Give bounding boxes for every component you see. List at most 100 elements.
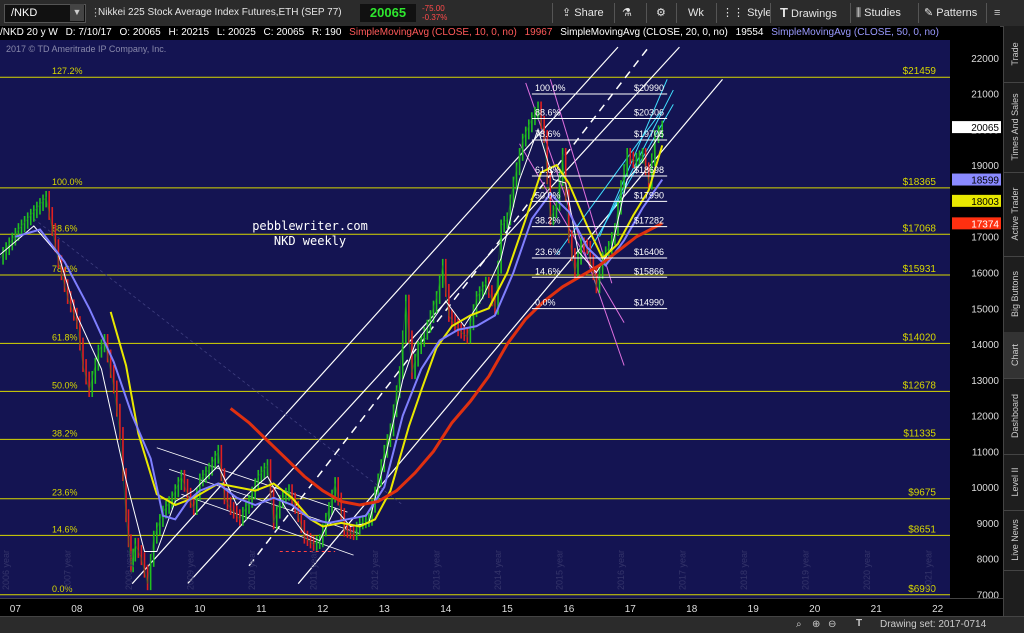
gear-icon[interactable]: ⚙: [656, 0, 666, 26]
fib-level-value: $11335: [903, 428, 936, 439]
price-tick-label: 19000: [971, 161, 999, 172]
year-label: 2008 year: [124, 550, 134, 590]
sma10-value: 19967: [524, 27, 553, 38]
window-menu-icon[interactable]: ≡: [994, 0, 1000, 26]
price-axis: 7000 8000 9000 10000 11000 12000 13000 14000 150…: [950, 40, 1003, 598]
fib-level-value: $14020: [903, 332, 937, 343]
sidebar-tab-active-trader[interactable]: Active Trader: [1004, 172, 1024, 257]
sidebar-tab-label: Big Buttons: [1009, 270, 1020, 318]
recent-fib-value: $18698: [634, 165, 664, 175]
chart-style-icon: ⋮⋮: [722, 7, 744, 19]
annotation-site: pebblewriter.com: [252, 219, 368, 233]
bar-low: L: 20025: [216, 27, 256, 38]
year-label: 2015 year: [555, 550, 565, 590]
recent-fib-pct: 23.6%: [535, 247, 561, 257]
price-chart[interactable]: 127.2% $21459 100.0% $18365 88.6% $17068 78.6%…: [0, 40, 1003, 598]
sidebar-tab-dashboard[interactable]: Dashboard: [1004, 378, 1024, 455]
recent-fib-value: $20306: [634, 107, 664, 117]
share-button[interactable]: ⇪ Share: [562, 0, 604, 26]
annotation-subtitle: NKD weekly: [274, 234, 346, 248]
recent-fib-pct: 38.2%: [535, 216, 561, 226]
year-label: 2013 year: [432, 550, 442, 590]
patterns-button[interactable]: ✎ Patterns: [924, 0, 977, 26]
drawings-button[interactable]: T Drawings: [780, 0, 837, 26]
symbol-dropdown-icon[interactable]: ▼: [70, 4, 84, 21]
sma20-label: SimpleMovingAvg (CLOSE, 20, 0, no): [560, 27, 728, 38]
timeframe-button[interactable]: Wk: [688, 0, 704, 26]
symbol-value: /NKD: [11, 7, 38, 19]
sma10-label: SimpleMovingAvg (CLOSE, 10, 0, no): [349, 27, 517, 38]
year-label: 2016 year: [616, 550, 626, 590]
time-tick-label: 19: [748, 604, 760, 615]
sidebar-tab-label: Active Trader: [1009, 187, 1020, 241]
text-tool-icon: T: [780, 5, 788, 20]
recent-fib-pct: 100.0%: [535, 83, 566, 93]
symbol-description: Nikkei 225 Stock Average Index Futures,E…: [98, 7, 342, 18]
sidebar-tab-trade[interactable]: Trade: [1004, 26, 1024, 83]
price-tick-label: 17000: [971, 233, 999, 244]
recent-fib-pct: 78.6%: [535, 129, 561, 139]
price-tick-label: 11000: [972, 447, 1000, 458]
time-tick-label: 07: [10, 604, 22, 615]
time-tick-label: 20: [809, 604, 821, 615]
price-tag: 18003: [971, 197, 999, 208]
bar-close: C: 20065: [263, 27, 305, 38]
sidebar-tab-times-and-sales[interactable]: Times And Sales: [1004, 82, 1024, 173]
year-label: 2010 year: [247, 550, 257, 590]
bar-high: H: 20215: [168, 27, 210, 38]
price-tick-label: 7000: [977, 590, 1000, 598]
bar-open: O: 20065: [119, 27, 161, 38]
recent-fib-value: $14990: [634, 298, 664, 308]
fib-level-value: $18365: [903, 177, 937, 188]
sma20-value: 19554: [735, 27, 764, 38]
year-label: 2018 year: [739, 550, 749, 590]
year-label: 2019 year: [801, 550, 811, 590]
zoom-icon[interactable]: ⌕: [796, 619, 802, 630]
time-tick-label: 17: [625, 604, 637, 615]
fib-level-pct: 14.6%: [52, 524, 78, 534]
price-tick-label: 13000: [971, 376, 999, 387]
time-tick-label: 15: [502, 604, 514, 615]
fib-level-pct: 100.0%: [52, 177, 83, 187]
recent-fib-value: $15866: [634, 266, 664, 276]
flask-icon[interactable]: ⚗: [622, 0, 632, 26]
year-label: 2014 year: [493, 550, 503, 590]
studies-button[interactable]: ⫼ Studies: [856, 0, 901, 26]
sidebar-tab-level-ii[interactable]: Level II: [1004, 454, 1024, 511]
zoom-in-icon[interactable]: ⊕: [812, 619, 820, 630]
sma50-label: SimpleMovingAvg (CLOSE, 50, 0, no): [771, 27, 939, 38]
price-change: -75.00: [422, 4, 445, 13]
year-label: 2012 year: [370, 550, 380, 590]
recent-fib-value: $17990: [634, 190, 664, 200]
year-label: 2017 year: [678, 550, 688, 590]
zoom-out-icon[interactable]: ⊖: [828, 619, 836, 630]
chart-toolbar: /NKD ▼ ⋮ Nikkei 225 Stock Average Index …: [0, 0, 1024, 27]
fib-level-value: $17068: [903, 223, 937, 234]
last-price: 20065: [360, 4, 416, 22]
price-change-percent: -0.37%: [422, 13, 448, 22]
sidebar-tab-big-buttons[interactable]: Big Buttons: [1004, 256, 1024, 333]
bar-date: D: 7/10/17: [65, 27, 112, 38]
fib-level-pct: 23.6%: [52, 488, 78, 498]
text-tool-icon[interactable]: T: [856, 618, 862, 629]
price-tick-label: 14000: [971, 340, 999, 351]
chart-info-bar: /NKD 20 y W D: 7/10/17 O: 20065 H: 20215…: [0, 26, 1000, 40]
year-label: 2011 year: [309, 551, 319, 590]
time-tick-label: 13: [379, 604, 391, 615]
fib-level-value: $21459: [903, 66, 937, 77]
price-tick-label: 15000: [971, 304, 999, 315]
time-tick-label: 10: [194, 604, 206, 615]
price-tag: 20065: [971, 123, 999, 134]
price-tick-label: 8000: [977, 555, 1000, 566]
recent-fib-pct: 61.8%: [535, 165, 561, 175]
style-button[interactable]: ⋮⋮ Style: [722, 0, 772, 26]
copyright-notice: 2017 © TD Ameritrade IP Company, Inc.: [6, 44, 166, 54]
recent-fib-value: $19705: [634, 129, 664, 139]
sidebar-tab-chart[interactable]: Chart: [1004, 332, 1024, 379]
year-label: 2007 year: [63, 550, 73, 590]
price-tag: 18599: [971, 176, 999, 187]
sidebar-tab-live-news[interactable]: Live News: [1004, 510, 1024, 571]
drawing-set-label: Drawing set: 2017-0714: [880, 619, 987, 630]
sidebar-tab-label: Times And Sales: [1009, 93, 1020, 161]
year-label: 2009 year: [186, 550, 196, 590]
